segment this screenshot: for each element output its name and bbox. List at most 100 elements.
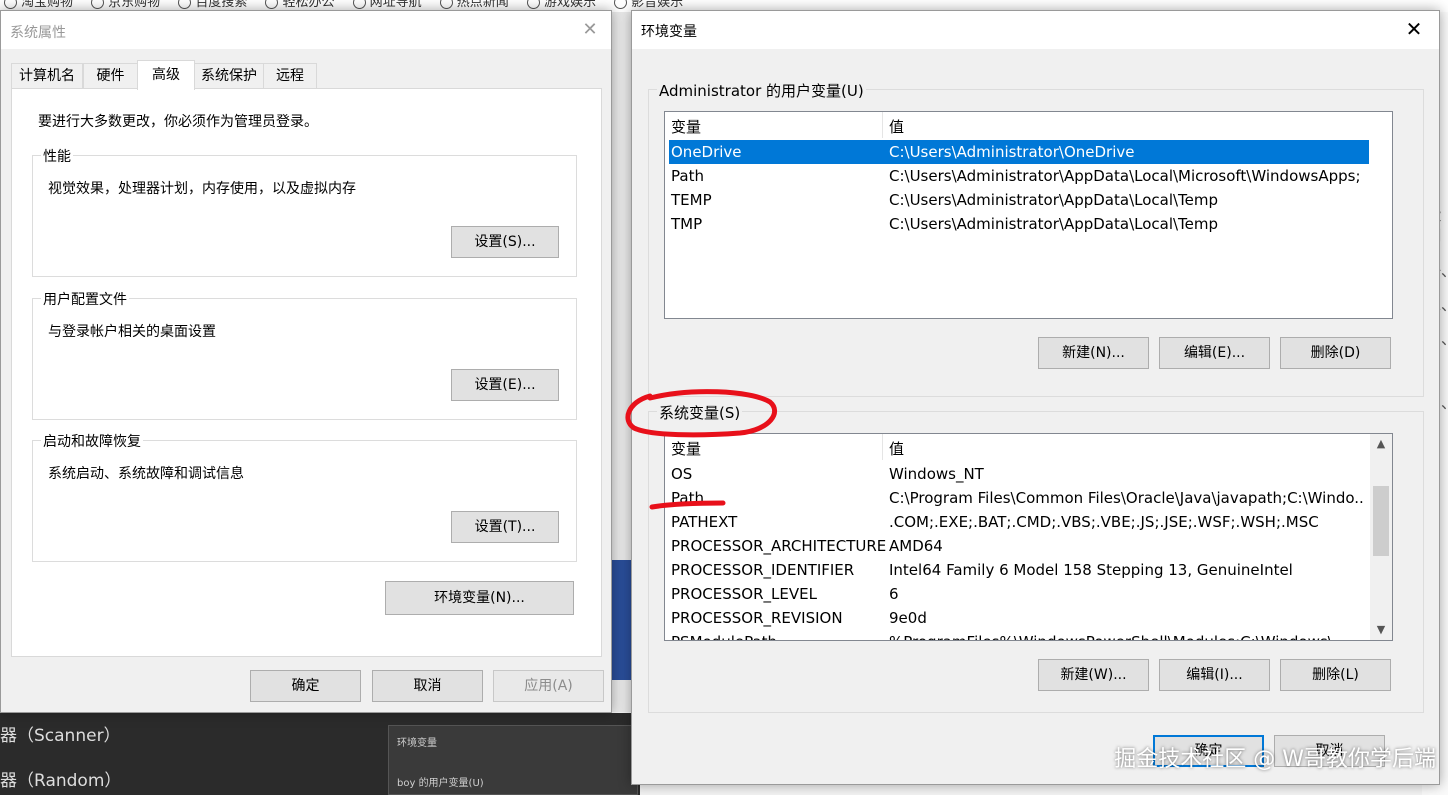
tab-computer-name[interactable]: 计算机名 xyxy=(11,63,83,89)
user-variables-label: Administrator 的用户变量(U) xyxy=(657,80,866,101)
list-item[interactable]: PROCESSOR_IDENTIFIER Intel64 Family 6 Mo… xyxy=(669,558,1364,582)
user-variables-list[interactable]: 变量 值 OneDrive C:\Users\Administrator\One… xyxy=(664,111,1393,319)
bookmark-item[interactable]: 影音娱乐 xyxy=(614,0,683,9)
variable-name: PSModulePath xyxy=(671,630,777,640)
system-edit-button[interactable]: 编辑(I)... xyxy=(1159,659,1270,691)
list-header: 变量 值 xyxy=(665,112,1392,138)
globe-icon xyxy=(265,0,279,9)
background-window-blue xyxy=(612,560,632,680)
environment-variables-button[interactable]: 环境变量(N)... xyxy=(385,581,574,615)
background-text: 器（Random） xyxy=(0,771,122,791)
titlebar: 环境变量 ✕ xyxy=(632,11,1439,49)
variable-value: C:\Users\Administrator\AppData\Local\Tem… xyxy=(889,215,1219,233)
bookmark-item[interactable]: 京东购物 xyxy=(91,0,160,9)
list-item[interactable]: PSModulePath %ProgramFiles%\WindowsPower… xyxy=(669,630,1364,640)
scroll-thumb[interactable] xyxy=(1373,486,1389,556)
globe-icon xyxy=(526,0,540,9)
variable-value: %ProgramFiles%\WindowsPowerShell\Modules… xyxy=(889,630,1347,640)
scroll-up-icon[interactable]: ▲ xyxy=(1370,434,1392,454)
variable-name: PROCESSOR_LEVEL xyxy=(671,585,817,603)
close-icon[interactable]: ✕ xyxy=(579,19,601,41)
scroll-down-icon[interactable]: ▼ xyxy=(1370,620,1392,640)
column-header-variable[interactable]: 变量 xyxy=(671,438,701,459)
column-header-value[interactable]: 值 xyxy=(889,116,904,137)
list-item[interactable]: PROCESSOR_LEVEL 6 xyxy=(669,582,1364,606)
variable-name: OneDrive xyxy=(671,143,742,161)
group-legend: 用户配置文件 xyxy=(41,289,129,309)
vertical-scrollbar[interactable]: ▲ ▼ xyxy=(1370,434,1392,640)
variable-value: Windows_NT xyxy=(889,465,984,483)
background-env-dialog: 环境变量 boy 的用户变量(U) xyxy=(388,725,638,795)
background-text: 环境变量 xyxy=(397,738,437,749)
dialog-title: 系统属性 xyxy=(10,25,66,41)
globe-icon xyxy=(4,0,17,9)
list-item[interactable]: PATHEXT .COM;.EXE;.BAT;.CMD;.VBS;.VBE;.J… xyxy=(669,510,1364,534)
ok-button[interactable]: 确定 xyxy=(250,670,361,702)
list-item[interactable]: TMP C:\Users\Administrator\AppData\Local… xyxy=(669,212,1389,236)
list-item[interactable]: OS Windows_NT xyxy=(669,462,1364,486)
column-header-variable[interactable]: 变量 xyxy=(671,116,701,137)
variable-name: PROCESSOR_ARCHITECTURE xyxy=(671,537,887,555)
variable-value: AMD64 xyxy=(889,537,943,555)
variable-value: .COM;.EXE;.BAT;.CMD;.VBS;.VBE;.JS;.JSE;.… xyxy=(889,513,1319,531)
startup-settings-button[interactable]: 设置(T)... xyxy=(451,511,559,543)
system-variables-label: 系统变量(S) xyxy=(657,402,743,423)
titlebar: 系统属性 ✕ xyxy=(1,11,611,49)
globe-icon xyxy=(614,0,628,9)
profiles-settings-button[interactable]: 设置(E)... xyxy=(451,369,559,401)
group-description: 与登录帐户相关的桌面设置 xyxy=(48,324,216,340)
list-item[interactable]: PROCESSOR_ARCHITECTURE AMD64 xyxy=(669,534,1364,558)
variable-name: Path xyxy=(671,167,704,185)
tab-hardware[interactable]: 硬件 xyxy=(83,63,138,89)
bookmark-item[interactable]: 游戏娱乐 xyxy=(526,0,596,9)
variable-value: Intel64 Family 6 Model 158 Stepping 13, … xyxy=(889,561,1293,579)
variable-name: PATHEXT xyxy=(671,513,738,531)
variable-name: TEMP xyxy=(671,191,712,209)
performance-settings-button[interactable]: 设置(S)... xyxy=(451,226,559,258)
system-variables-list[interactable]: 变量 值 OS Windows_NT Path C:\Program Files… xyxy=(664,433,1393,641)
list-item[interactable]: TEMP C:\Users\Administrator\AppData\Loca… xyxy=(669,188,1389,212)
variable-value: 6 xyxy=(889,585,899,603)
variable-value: C:\Users\Administrator\OneDrive xyxy=(889,143,1135,161)
bookmark-item[interactable]: 轻松办公 xyxy=(265,0,334,9)
globe-icon xyxy=(178,0,192,9)
apply-button[interactable]: 应用(A) xyxy=(493,670,604,702)
variable-name: PROCESSOR_IDENTIFIER xyxy=(671,561,855,579)
variable-value: C:\Users\Administrator\AppData\Local\Tem… xyxy=(889,191,1219,209)
tab-advanced[interactable]: 高级 xyxy=(137,60,195,90)
column-header-value[interactable]: 值 xyxy=(889,438,904,459)
user-edit-button[interactable]: 编辑(E)... xyxy=(1159,337,1270,369)
environment-variables-dialog: 环境变量 ✕ Administrator 的用户变量(U) 变量 值 OneDr… xyxy=(631,10,1440,785)
bookmark-item[interactable]: 百度搜索 xyxy=(178,0,247,9)
system-delete-button[interactable]: 删除(L) xyxy=(1280,659,1391,691)
bookmark-item[interactable]: 网址导航 xyxy=(352,0,422,9)
background-text: boy 的用户变量(U) xyxy=(397,778,484,789)
column-separator[interactable] xyxy=(882,112,883,138)
cancel-button[interactable]: 取消 xyxy=(372,670,483,702)
list-item-selected[interactable]: OneDrive C:\Users\Administrator\OneDrive xyxy=(669,140,1369,164)
system-new-button[interactable]: 新建(W)... xyxy=(1038,659,1149,691)
user-delete-button[interactable]: 删除(D) xyxy=(1280,337,1391,369)
variable-name: TMP xyxy=(671,215,703,233)
column-separator[interactable] xyxy=(882,434,883,460)
list-item[interactable]: PROCESSOR_REVISION 9e0d xyxy=(669,606,1364,630)
close-icon[interactable]: ✕ xyxy=(1403,18,1425,40)
variable-value: C:\Users\Administrator\AppData\Local\Mic… xyxy=(889,167,1361,185)
globe-icon xyxy=(91,0,105,9)
bookmark-item[interactable]: 热点新闻 xyxy=(439,0,509,9)
bookmark-item[interactable]: 淘宝购物 xyxy=(4,0,73,9)
user-new-button[interactable]: 新建(N)... xyxy=(1038,337,1149,369)
list-header: 变量 值 xyxy=(665,434,1392,460)
tab-system-protection[interactable]: 系统保护 xyxy=(194,63,264,89)
globe-icon xyxy=(352,0,366,9)
performance-group: 性能 视觉效果，处理器计划，内存使用，以及虚拟内存 设置(S)... xyxy=(32,146,577,277)
dialog-title: 环境变量 xyxy=(641,24,697,40)
tab-remote[interactable]: 远程 xyxy=(263,63,317,89)
variable-name: Path xyxy=(671,489,704,507)
list-item-path[interactable]: Path C:\Program Files\Common Files\Oracl… xyxy=(669,486,1364,510)
startup-recovery-group: 启动和故障恢复 系统启动、系统故障和调试信息 设置(T)... xyxy=(32,431,577,562)
variable-value: C:\Program Files\Common Files\Oracle\Jav… xyxy=(889,489,1364,507)
group-description: 系统启动、系统故障和调试信息 xyxy=(48,466,244,482)
admin-note: 要进行大多数更改，你必须作为管理员登录。 xyxy=(38,114,318,130)
list-item[interactable]: Path C:\Users\Administrator\AppData\Loca… xyxy=(669,164,1389,188)
